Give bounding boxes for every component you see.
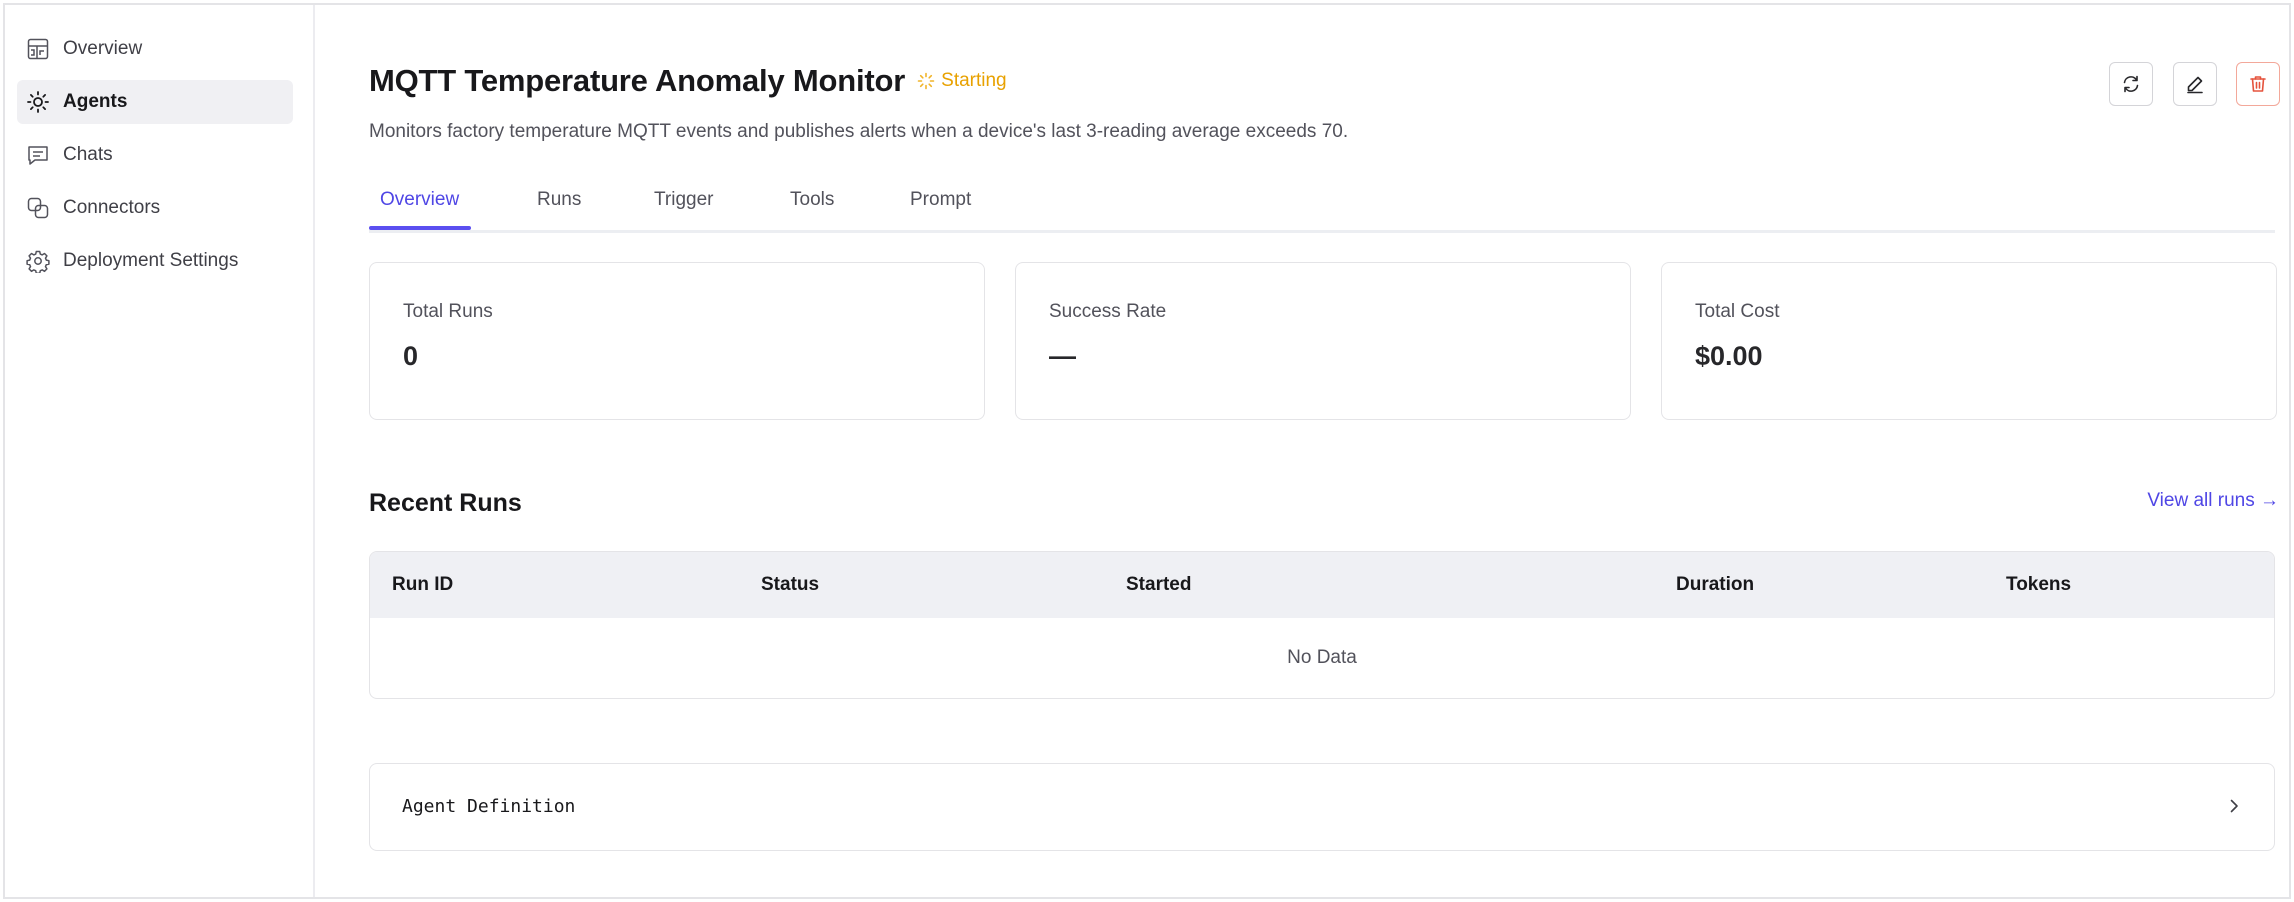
sidebar-item-label: Deployment Settings — [63, 250, 239, 271]
gear-icon — [25, 248, 51, 274]
refresh-button[interactable] — [2109, 62, 2153, 106]
sidebar-item-deployment-settings[interactable]: Deployment Settings — [17, 239, 293, 283]
stat-value: $0.00 — [1695, 341, 1763, 371]
tab-trigger[interactable]: Trigger — [654, 189, 713, 211]
agent-description: Monitors factory temperature MQTT events… — [369, 121, 1349, 142]
column-header-started[interactable]: Started — [1126, 574, 1191, 596]
edit-button[interactable] — [2173, 62, 2217, 106]
tab-prompt[interactable]: Prompt — [910, 189, 971, 211]
stat-label: Total Cost — [1695, 301, 1780, 322]
sidebar-item-label: Chats — [63, 144, 113, 165]
sidebar-item-agents[interactable]: Agents — [17, 80, 293, 124]
status-text: Starting — [941, 70, 1007, 91]
refresh-icon — [2123, 75, 2139, 93]
connector-icon — [25, 195, 51, 221]
sun-icon — [25, 89, 51, 115]
column-header-run-id[interactable]: Run ID — [392, 574, 453, 596]
dashboard-icon — [25, 36, 51, 62]
title-row: MQTT Temperature Anomaly Monitor Startin… — [369, 63, 1007, 99]
tab-bar: Overview Runs Trigger Tools Prompt — [369, 177, 2275, 233]
edit-icon — [2187, 76, 2203, 94]
sidebar-item-label: Overview — [63, 38, 143, 59]
table-header: Run ID Status Started Duration Tokens — [370, 552, 2274, 618]
stat-label: Success Rate — [1049, 301, 1167, 322]
active-tab-indicator — [369, 226, 471, 230]
stat-card-total-runs: Total Runs 0 — [369, 262, 985, 420]
sidebar-item-chats[interactable]: Chats — [17, 133, 293, 177]
page-title: MQTT Temperature Anomaly Monitor — [369, 63, 906, 98]
sidebar-item-label: Connectors — [63, 197, 161, 218]
trash-icon — [2250, 76, 2266, 92]
stat-card-total-cost: Total Cost $0.00 — [1661, 262, 2277, 420]
sidebar-item-connectors[interactable]: Connectors — [17, 186, 293, 230]
stat-label: Total Runs — [403, 301, 493, 322]
stat-card-success-rate: Success Rate — — [1015, 262, 1631, 420]
chat-icon — [25, 142, 51, 168]
status-badge: Starting — [917, 70, 1007, 92]
main-content: MQTT Temperature Anomaly Monitor Startin… — [369, 5, 2280, 897]
tab-runs[interactable]: Runs — [537, 189, 581, 211]
tab-overview[interactable]: Overview — [380, 189, 459, 211]
recent-runs-table: Run ID Status Started Duration Tokens No… — [369, 551, 2275, 699]
sidebar: Overview Agents Chats Connectors Deploym… — [5, 5, 315, 897]
delete-button[interactable] — [2236, 62, 2280, 106]
view-all-runs-link[interactable]: View all runs → — [2147, 490, 2279, 512]
recent-runs-title: Recent Runs — [369, 489, 522, 517]
column-header-duration[interactable]: Duration — [1676, 574, 1754, 596]
app-window: Overview Agents Chats Connectors Deploym… — [3, 3, 2291, 899]
tab-tools[interactable]: Tools — [790, 189, 834, 211]
column-header-status[interactable]: Status — [761, 574, 819, 596]
sidebar-item-label: Agents — [63, 91, 128, 112]
loading-spinner-icon — [917, 72, 935, 90]
sidebar-item-overview[interactable]: Overview — [17, 27, 293, 71]
chevron-right-icon — [2230, 799, 2238, 813]
stat-value: — — [1049, 341, 1076, 371]
agent-definition-label: Agent Definition — [402, 796, 576, 817]
table-empty-state: No Data — [1287, 647, 1357, 668]
stat-value: 0 — [403, 341, 419, 371]
agent-definition-collapsible[interactable]: Agent Definition — [369, 763, 2275, 851]
column-header-tokens[interactable]: Tokens — [2006, 574, 2071, 596]
